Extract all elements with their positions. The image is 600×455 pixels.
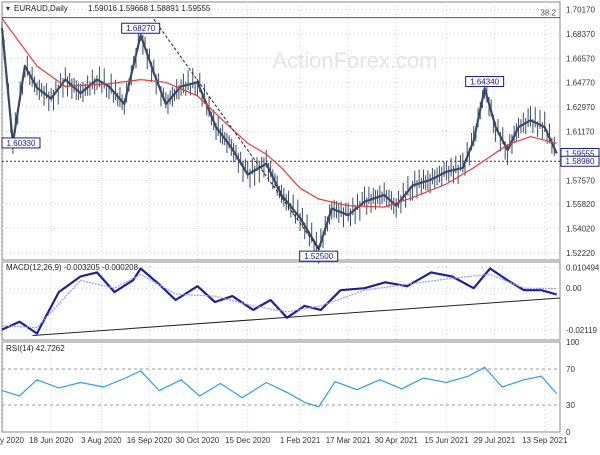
x-tick-label: 13 Sep 2021 [522, 436, 568, 445]
rsi-y-tick-label: 0 [566, 428, 571, 437]
rsi-panel-frame [1, 341, 561, 433]
rsi-line [1, 366, 558, 408]
annotation-label: 1.52500 [304, 252, 333, 261]
price-y-tick-label: 1.54020 [566, 225, 595, 234]
x-tick-label: 30 Oct 2020 [176, 436, 220, 445]
price-y-tick-label: 1.64770 [566, 79, 595, 88]
price-y-tick-label: 1.57570 [566, 176, 595, 185]
chart-root: 5 May 2020 18 Jun 2020 3 Aug 2020 16 Sep 20… [0, 0, 600, 450]
annotation-label: 1.68270 [126, 24, 155, 33]
price-ohlc-readout: 1.59016 1.59668 1.58891 1.59555 [88, 4, 211, 13]
watermark: ActionForex.com [272, 48, 437, 73]
price-y-tick-label: 1.55820 [566, 200, 595, 209]
rsi-y-tick-label: 30 [566, 401, 575, 410]
price-title: EURAUD,Daily [14, 4, 68, 13]
macd-line [1, 267, 557, 335]
annotation-label: 1.60330 [7, 139, 36, 148]
price-y-tick-label: 1.52220 [566, 249, 595, 258]
forex-chart: 5 May 2020 18 Jun 2020 3 Aug 2020 16 Sep 20… [0, 1, 600, 445]
x-tick-label: 16 Sep 2020 [127, 436, 173, 445]
moving-average-line [1, 18, 557, 208]
rsi-y-tick-label: 100 [566, 338, 580, 347]
x-tick-label: 30 Apr 2021 [375, 436, 419, 445]
macd-signal-line [1, 273, 557, 329]
price-y-tick-label: 1.68370 [566, 30, 595, 39]
x-tick-label: 17 Mar 2021 [326, 436, 371, 445]
macd-y-tick-label: -0.02119 [566, 326, 598, 335]
x-tick-label: 1 Feb 2021 [280, 436, 321, 445]
macd-y-tick-label: 0.010494 [566, 264, 600, 273]
price-y-tick-label: 1.70170 [566, 5, 595, 14]
x-tick-label: 18 Jun 2020 [29, 436, 74, 445]
price-y-tick-label: 1.62970 [566, 103, 595, 112]
annotation-label: 1.64340 [470, 78, 499, 87]
macd-panel-frame [1, 261, 561, 341]
price-y-tick-label: 1.66570 [566, 54, 595, 63]
x-tick-label: 5 May 2020 [0, 436, 25, 445]
x-tick-label: 29 Jul 2021 [474, 436, 516, 445]
macd-title: MACD(12,26,9) -0.003205 -0.000208 [6, 263, 139, 272]
fib-level-label: 38.2 [540, 9, 556, 18]
macd-trendline [32, 297, 561, 336]
x-tick-label: 3 Aug 2020 [81, 436, 122, 445]
support-price-label: 1.58980 [566, 157, 595, 166]
x-tick-label: 15 Dec 2020 [225, 436, 271, 445]
rsi-y-tick-label: 70 [566, 365, 575, 374]
x-tick-label: 15 Jun 2021 [424, 436, 469, 445]
rsi-title: RSI(14) 42.7262 [6, 344, 65, 353]
title-arrow-icon: ▾ [6, 4, 10, 13]
price-y-tick-label: 1.61170 [566, 128, 595, 137]
macd-y-tick-label: 0.00 [566, 284, 582, 293]
